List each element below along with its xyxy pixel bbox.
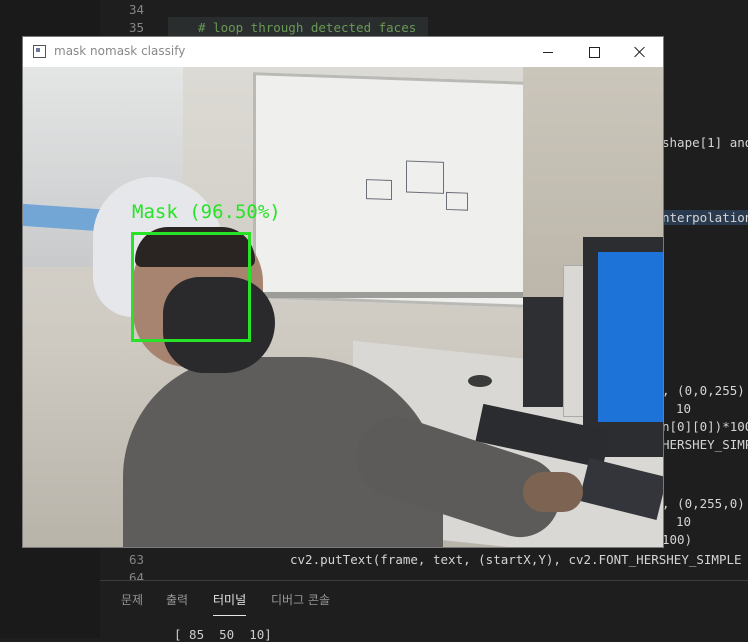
close-button[interactable] <box>617 37 663 67</box>
line-number: 35 <box>128 20 144 35</box>
whiteboard-sketch <box>446 191 468 211</box>
code-fragment[interactable]: , (0,255,0) <box>662 496 745 511</box>
person-hand <box>523 472 583 512</box>
code-fragment[interactable]: shape[1] and <box>662 135 748 150</box>
tab-terminal[interactable]: 터미널 <box>213 591 247 616</box>
whiteboard-tray <box>253 292 523 298</box>
tab-problems[interactable]: 문제 <box>121 591 143 608</box>
line-number: 63 <box>128 552 144 567</box>
computer-mouse <box>468 375 492 387</box>
code-comment-loop[interactable]: # loop through detected faces <box>198 20 416 35</box>
face-bounding-box <box>131 232 251 342</box>
classify-window[interactable]: mask nomask classify Mask (96.50%) <box>23 37 663 547</box>
monitor-screen <box>598 252 663 422</box>
whiteboard <box>253 72 529 308</box>
code-fragment[interactable]: nterpolation <box>662 210 748 225</box>
tab-output[interactable]: 출력 <box>166 591 188 608</box>
minimize-icon <box>543 51 553 53</box>
window-title: mask nomask classify <box>54 44 186 58</box>
code-fragment[interactable]: HERSHEY_SIMPLE <box>662 437 748 452</box>
chair <box>523 297 563 407</box>
terminal-output[interactable]: [ 85 50 10] <box>174 627 272 642</box>
whiteboard-sketch <box>406 160 444 194</box>
detection-label: Mask (96.50%) <box>132 201 281 223</box>
whiteboard-sketch <box>366 179 392 201</box>
code-fragment[interactable]: 100) <box>662 532 692 547</box>
code-fragment[interactable]: , (0,0,255) <box>662 383 745 398</box>
maximize-icon <box>588 46 600 58</box>
camera-frame: Mask (96.50%) <box>23 67 663 547</box>
tab-debug-console[interactable]: 디버그 콘솔 <box>271 591 330 608</box>
app-icon <box>33 45 46 58</box>
close-icon <box>634 46 646 58</box>
bottom-panel: 문제 출력 터미널 디버그 콘솔 [ 85 50 10] <box>100 580 748 642</box>
code-fragment[interactable]: n[0][0])*100 <box>662 419 748 434</box>
line-number: 34 <box>128 2 144 17</box>
maximize-button[interactable] <box>571 37 617 67</box>
code-fragment[interactable]: 10 <box>676 514 691 529</box>
code-fragment[interactable]: 10 <box>676 401 691 416</box>
window-titlebar[interactable]: mask nomask classify <box>23 37 663 67</box>
minimize-button[interactable] <box>525 37 571 67</box>
code-puttext-line[interactable]: cv2.putText(frame, text, (startX,Y), cv2… <box>290 552 742 567</box>
